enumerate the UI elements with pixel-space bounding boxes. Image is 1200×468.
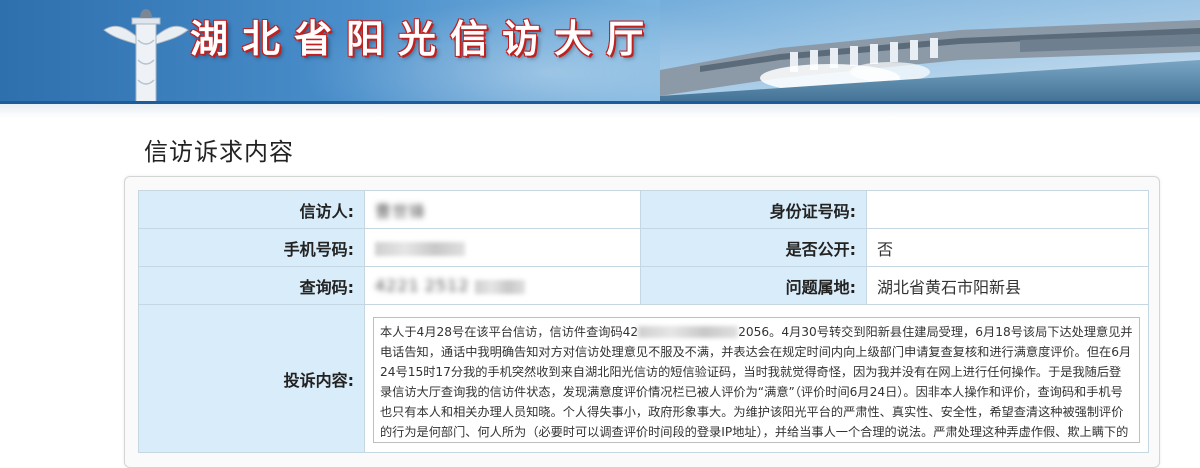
complaint-query-code-redacted — [638, 326, 739, 338]
table-row: 信访人: 曹世锋 身份证号码: — [138, 190, 1149, 229]
complaint-cell: 本人于4月28号在该平台信访，信访件查询码42 2056。4月30号转交到阳新县住… — [364, 304, 1149, 453]
location-value: 湖北省黄石市阳新县 — [866, 266, 1149, 305]
phone-redacted — [375, 241, 465, 256]
huabiao-pillar-icon — [103, 9, 189, 104]
complaint-textarea[interactable]: 本人于4月28号在该平台信访，信访件查询码42 2056。4月30号转交到阳新县住… — [373, 316, 1140, 443]
phone-label: 手机号码: — [138, 228, 365, 267]
site-banner: 湖北省阳光信访大厅 — [0, 0, 1200, 104]
is-public-value: 否 — [866, 228, 1149, 267]
banner-shadow — [0, 104, 1200, 118]
location-label: 问题属地: — [640, 266, 867, 305]
query-code-value: 4221 2512 — [364, 266, 641, 305]
table-row: 投诉内容: 本人于4月28号在该平台信访，信访件查询码42 2056。4月30号转… — [138, 304, 1149, 453]
table-row: 手机号码: 是否公开: 否 — [138, 228, 1149, 267]
complaint-label: 投诉内容: — [138, 304, 365, 453]
complaint-text-rest: 2056。4月30号转交到阳新县住建局受理，6月18号该局下达处理意见并电话告知… — [380, 324, 1133, 439]
is-public-label: 是否公开: — [640, 228, 867, 267]
query-code-redacted — [474, 279, 525, 294]
query-code-label: 查询码: — [138, 266, 365, 305]
id-number-value — [866, 190, 1149, 229]
complaint-text-start: 本人于4月28号在该平台信访，信访件查询码42 — [380, 324, 639, 339]
query-code-part2: 2512 — [424, 276, 470, 295]
petitioner-name-blurred: 曹世锋 — [375, 201, 427, 221]
petition-info-table: 信访人: 曹世锋 身份证号码: 手机号码: 是否公开: 否 查询码: 4221 … — [138, 190, 1149, 453]
query-code-part1: 4221 — [375, 276, 420, 295]
banner-title: 湖北省阳光信访大厅 — [190, 16, 659, 61]
table-row: 查询码: 4221 2512 问题属地: 湖北省黄石市阳新县 — [138, 266, 1149, 305]
petitioner-label: 信访人: — [138, 190, 365, 229]
three-gorges-dam-image — [660, 0, 1200, 104]
phone-value — [364, 228, 641, 267]
id-number-label: 身份证号码: — [640, 190, 867, 229]
petitioner-value: 曹世锋 — [364, 190, 641, 229]
page-title: 信访诉求内容 — [144, 138, 294, 166]
